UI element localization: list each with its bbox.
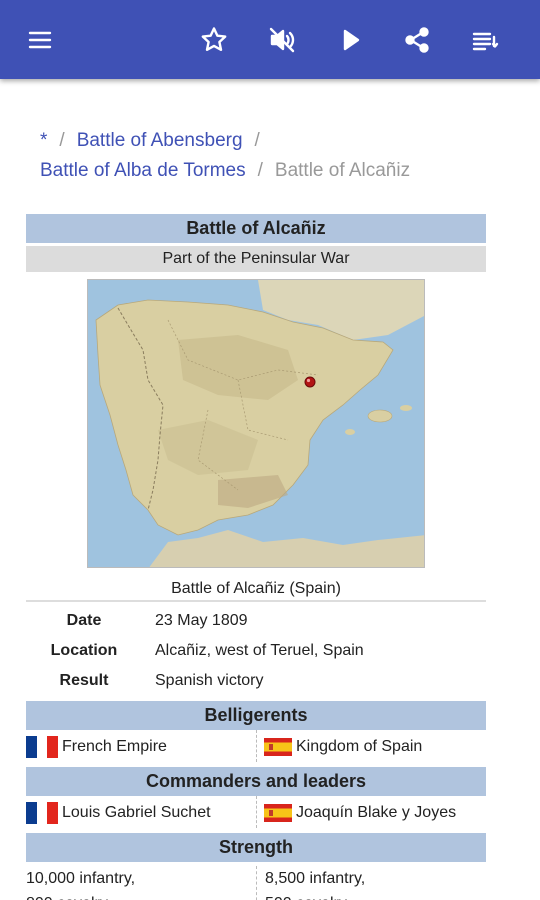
location-map[interactable] <box>87 279 425 568</box>
location-label: Location <box>50 642 118 659</box>
infobox-row-result: Result Spanish victory <box>26 666 486 696</box>
breadcrumb-current: Battle of Alcañiz <box>274 160 411 181</box>
france-flag-icon <box>26 802 58 824</box>
strength-right-cavalry: 500 cavalry <box>265 891 486 900</box>
list-icon[interactable] <box>464 20 504 60</box>
spain-flag-icon <box>264 804 292 822</box>
strength-left: 10,000 infantry, 800 cavalry <box>26 866 256 900</box>
share-icon[interactable] <box>397 20 437 60</box>
breadcrumb-home[interactable]: * <box>40 130 47 151</box>
breadcrumb-battle-of-alba-de-tormes[interactable]: Battle of Alba de Tormes <box>40 160 246 181</box>
france-flag-icon <box>26 736 58 758</box>
strength-header: Strength <box>26 833 486 862</box>
location-value[interactable]: Alcañiz, west of Teruel, Spain <box>142 636 364 666</box>
strength-right: 8,500 infantry, 500 cavalry <box>256 866 486 900</box>
date-label: Date <box>66 612 102 629</box>
infobox-title: Battle of Alcañiz <box>26 214 486 243</box>
commander-right-name[interactable]: Joaquín Blake y Joyes <box>296 804 456 822</box>
belligerents-row: French Empire Kingdom of Spain <box>26 730 486 762</box>
belligerent-left: French Empire <box>26 730 256 762</box>
infobox-subtitle[interactable]: Part of the Peninsular War <box>26 246 486 272</box>
breadcrumb-separator: / <box>59 130 65 151</box>
infobox-row-location: Location Alcañiz, west of Teruel, Spain <box>26 636 486 666</box>
result-value: Spanish victory <box>155 672 264 689</box>
infobox-row-date: Date 23 May 1809 <box>26 606 486 636</box>
infobox: Battle of Alcañiz Part of the Peninsular… <box>26 214 486 900</box>
app-toolbar <box>0 0 540 79</box>
strength-left-infantry: 10,000 infantry, <box>26 870 136 887</box>
commanders-row: Louis Gabriel Suchet Joaquín Blake y Joy… <box>26 796 486 828</box>
spain-map-image <box>88 280 424 567</box>
strength-row: 10,000 infantry, 800 cavalry 8,500 infan… <box>26 866 486 900</box>
map-caption: Battle of Alcañiz (Spain) <box>26 576 486 602</box>
result-label: Result <box>59 672 109 689</box>
volume-off-icon[interactable] <box>262 20 302 60</box>
commander-left: Louis Gabriel Suchet <box>26 796 256 828</box>
commander-right: Joaquín Blake y Joyes <box>256 796 486 828</box>
breadcrumb-separator: / <box>254 130 260 151</box>
date-value: 23 May 1809 <box>155 612 248 629</box>
belligerents-header: Belligerents <box>26 701 486 730</box>
menu-icon[interactable] <box>20 20 60 60</box>
spain-flag-icon <box>264 738 292 756</box>
belligerent-left-name[interactable]: French Empire <box>62 738 167 756</box>
breadcrumb-separator: / <box>257 160 263 181</box>
belligerent-right: Kingdom of Spain <box>256 730 486 762</box>
commanders-header: Commanders and leaders <box>26 767 486 796</box>
commander-left-name[interactable]: Louis Gabriel Suchet <box>62 804 211 822</box>
strength-left-cavalry: 800 cavalry <box>26 891 256 900</box>
belligerent-right-name[interactable]: Kingdom of Spain <box>296 738 422 756</box>
strength-right-infantry: 8,500 infantry, <box>265 870 366 887</box>
star-icon[interactable] <box>194 20 234 60</box>
play-icon[interactable] <box>330 20 370 60</box>
breadcrumb-battle-of-abensberg[interactable]: Battle of Abensberg <box>77 130 243 151</box>
breadcrumb: * / Battle of Abensberg / Battle of Alba de… <box>40 126 510 186</box>
